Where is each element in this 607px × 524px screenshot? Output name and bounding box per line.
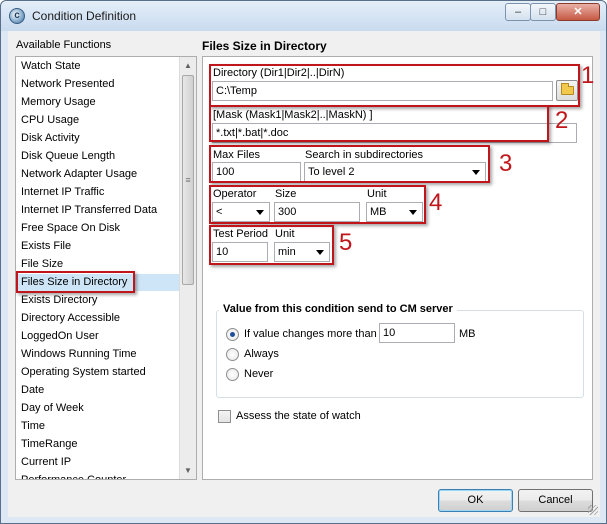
list-item[interactable]: CPU Usage [21,112,176,129]
list-item[interactable]: Internet IP Traffic [21,184,176,201]
change-threshold-field[interactable]: 10 [379,323,455,343]
scroll-thumb[interactable]: ≡ [182,75,194,285]
maximize-button[interactable]: □ [530,3,556,21]
annotation-number-4: 4 [429,189,443,216]
close-button[interactable]: ✕ [556,3,600,21]
cancel-button[interactable]: Cancel [518,489,593,512]
assess-state-checkbox[interactable] [218,410,231,423]
list-item[interactable]: Time [21,418,176,435]
annotation-box-2 [209,105,549,142]
scroll-up-icon[interactable]: ▲ [180,57,196,74]
function-title: Files Size in Directory [202,39,327,53]
condition-definition-window: c Condition Definition – □ ✕ Available F… [0,0,607,524]
dialog-client-area: Available Functions Watch State Network … [8,31,600,517]
list-item[interactable]: Free Space On Disk [21,220,176,237]
radio-always[interactable] [226,348,239,361]
never-label[interactable]: Never [244,368,273,380]
available-functions-title: Available Functions [16,39,112,51]
list-item[interactable]: Windows Running Time [21,346,176,363]
app-icon: c [9,8,25,24]
annotation-number-3: 3 [499,150,513,177]
list-item[interactable]: Disk Activity [21,130,176,147]
annotation-box-5 [209,225,334,265]
send-to-server-title: Value from this condition send to CM ser… [219,303,457,315]
annotation-box-4 [209,185,426,224]
ok-button[interactable]: OK [438,489,513,512]
scroll-down-icon[interactable]: ▼ [180,462,196,479]
annotation-box-1 [209,64,580,107]
list-scrollbar[interactable]: ▲ ≡ ▼ [179,57,196,479]
selection-highlight-box [16,271,135,293]
radio-if-changes[interactable] [226,328,239,341]
always-label[interactable]: Always [244,348,279,360]
assess-state-label[interactable]: Assess the state of watch [236,410,361,422]
list-item[interactable]: Day of Week [21,400,176,417]
list-item[interactable]: Internet IP Transferred Data [21,202,176,219]
function-settings-panel: Directory (Dir1|Dir2|..|DirN) C:\Temp 1 … [202,56,595,480]
window-title: Condition Definition [32,9,137,23]
list-item[interactable]: TimeRange [21,436,176,453]
annotation-number-5: 5 [339,229,353,256]
list-item[interactable]: Current IP [21,454,176,471]
change-unit-label: MB [459,328,476,340]
list-item[interactable]: Operating System started [21,364,176,381]
radio-never[interactable] [226,368,239,381]
list-item[interactable]: Date [21,382,176,399]
list-item[interactable]: Watch State [21,58,176,75]
list-item[interactable]: Network Presented [21,76,176,93]
list-item[interactable]: Directory Accessible [21,310,176,327]
annotation-number-2: 2 [555,107,569,134]
annotation-box-3 [209,145,490,183]
list-item[interactable]: Memory Usage [21,94,176,111]
if-changes-label[interactable]: If value changes more than [244,328,377,340]
functions-list[interactable]: Watch State Network Presented Memory Usa… [15,56,197,480]
list-item[interactable]: Performance Counter [21,472,176,479]
list-item[interactable]: Exists File [21,238,176,255]
list-item[interactable]: Network Adapter Usage [21,166,176,183]
list-item[interactable]: LoggedOn User [21,328,176,345]
annotation-number-1: 1 [581,62,595,89]
resize-grip[interactable] [588,505,598,515]
minimize-button[interactable]: – [505,3,531,21]
list-item[interactable]: Disk Queue Length [21,148,176,165]
list-item[interactable]: Exists Directory [21,292,176,309]
title-bar[interactable]: c Condition Definition – □ ✕ [1,1,606,31]
